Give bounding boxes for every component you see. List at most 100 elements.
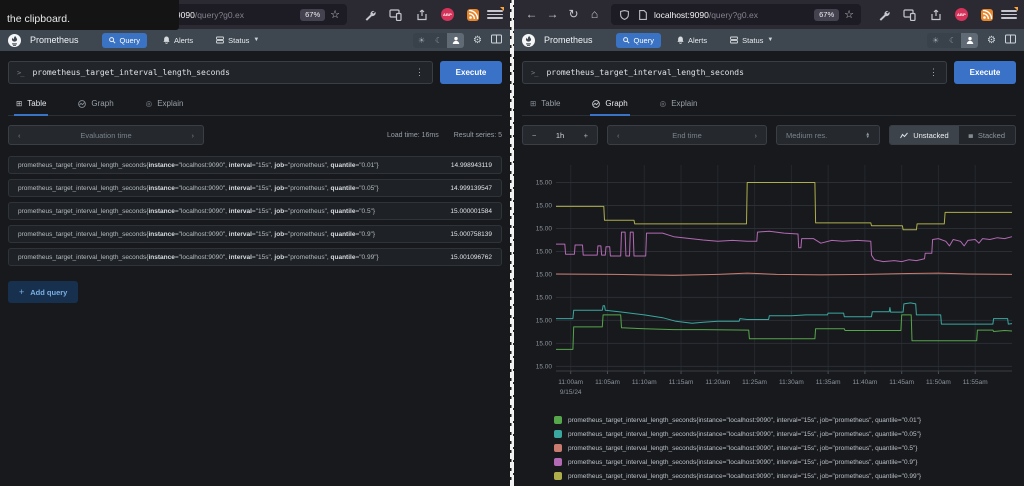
resolution-select[interactable]: Medium res. ▲ ▼ bbox=[776, 125, 880, 145]
bookmark-star-icon[interactable]: ☆ bbox=[330, 8, 340, 21]
docs-icon[interactable] bbox=[491, 31, 502, 49]
shield-icon[interactable] bbox=[618, 8, 631, 21]
update-badge bbox=[1014, 6, 1018, 11]
range-value: 1h bbox=[555, 130, 565, 140]
svg-text:11:50am: 11:50am bbox=[926, 379, 951, 386]
forward-button[interactable]: → bbox=[542, 4, 563, 25]
svg-text:11:35am: 11:35am bbox=[816, 379, 841, 386]
add-query-button[interactable]: + Add query bbox=[8, 281, 79, 303]
rss-icon[interactable] bbox=[467, 8, 479, 21]
kebab-menu-icon[interactable]: ⋮ bbox=[929, 68, 938, 78]
docs-icon[interactable] bbox=[1005, 31, 1016, 49]
chevron-left-icon[interactable]: ‹ bbox=[18, 131, 21, 140]
nav-query-button[interactable]: Query bbox=[615, 32, 661, 48]
menu-icon[interactable] bbox=[1001, 6, 1018, 23]
zoom-level-badge[interactable]: 67% bbox=[300, 8, 326, 21]
series-selector: prometheus_target_interval_length_second… bbox=[18, 184, 379, 192]
unstacked-icon bbox=[900, 132, 909, 139]
nav-status-menu[interactable]: Status ▼ bbox=[723, 33, 780, 48]
reload-button[interactable]: ↻ bbox=[563, 4, 584, 25]
legend-swatch bbox=[554, 416, 562, 424]
chevron-right-icon[interactable]: › bbox=[754, 131, 757, 140]
nav-alerts-button[interactable]: Alerts bbox=[156, 33, 200, 48]
unstacked-button[interactable]: Unstacked bbox=[890, 126, 959, 144]
adblock-plus-icon[interactable]: ABP bbox=[955, 8, 968, 21]
range-decrease-button[interactable]: − bbox=[532, 131, 536, 140]
browser-toolbar: ← → ↻ ⌂ localhost:9090/query?g0.ex 67% ☆… bbox=[514, 0, 1024, 29]
legend-item[interactable]: prometheus_target_interval_length_second… bbox=[554, 444, 1016, 452]
legend-swatch bbox=[554, 444, 562, 452]
promql-input[interactable]: >_ prometheus_target_interval_length_sec… bbox=[522, 61, 947, 84]
graph-icon bbox=[78, 99, 87, 108]
chevron-left-icon[interactable]: ‹ bbox=[617, 131, 620, 140]
home-button[interactable]: ⌂ bbox=[584, 4, 605, 25]
tab-graph[interactable]: Graph bbox=[590, 95, 630, 116]
bell-icon bbox=[163, 36, 170, 44]
plus-icon: + bbox=[19, 287, 25, 297]
settings-gear-icon[interactable]: ⚙ bbox=[987, 35, 996, 46]
share-icon[interactable] bbox=[415, 8, 428, 21]
adblock-plus-icon[interactable]: ABP bbox=[441, 8, 454, 21]
range-input[interactable]: − 1h + bbox=[522, 125, 598, 145]
back-button[interactable]: ← bbox=[521, 4, 542, 25]
tab-table[interactable]: ⊞ Table bbox=[14, 95, 49, 116]
stacked-button[interactable]: ▄ Stacked bbox=[959, 126, 1015, 144]
wrench-icon[interactable] bbox=[877, 8, 890, 21]
legend-item[interactable]: prometheus_target_interval_length_second… bbox=[554, 458, 1016, 466]
bookmark-star-icon[interactable]: ☆ bbox=[844, 8, 854, 21]
wrench-icon[interactable] bbox=[363, 8, 376, 21]
kebab-menu-icon[interactable]: ⋮ bbox=[415, 68, 424, 78]
chevron-right-icon[interactable]: › bbox=[192, 131, 195, 140]
settings-gear-icon[interactable]: ⚙ bbox=[473, 35, 482, 46]
tab-table[interactable]: ⊞ Table bbox=[528, 95, 562, 116]
evaluation-time-input[interactable]: ‹ Evaluation time › bbox=[8, 125, 204, 145]
rss-icon[interactable] bbox=[981, 8, 993, 21]
chevron-down-icon: ▼ bbox=[767, 37, 774, 43]
menu-icon[interactable] bbox=[487, 6, 504, 23]
theme-auto-button[interactable] bbox=[961, 32, 979, 48]
browser-window-right: ← → ↻ ⌂ localhost:9090/query?g0.ex 67% ☆… bbox=[514, 0, 1024, 486]
table-row[interactable]: prometheus_target_interval_length_second… bbox=[8, 248, 502, 266]
select-chevrons-icon: ▲ ▼ bbox=[865, 130, 870, 139]
series-selector: prometheus_target_interval_length_second… bbox=[18, 230, 376, 238]
table-row[interactable]: prometheus_target_interval_length_second… bbox=[8, 179, 502, 197]
table-row[interactable]: prometheus_target_interval_length_second… bbox=[8, 225, 502, 243]
legend-item[interactable]: prometheus_target_interval_length_second… bbox=[554, 472, 1016, 480]
promql-text: prometheus_target_interval_length_second… bbox=[546, 68, 744, 77]
promql-text: prometheus_target_interval_length_second… bbox=[32, 68, 230, 77]
theme-dark-button[interactable]: ☾ bbox=[944, 33, 961, 48]
execute-button[interactable]: Execute bbox=[954, 61, 1016, 84]
url-text: localhost:9090/query?g0.ex bbox=[654, 9, 758, 20]
nav-status-menu[interactable]: Status ▼ bbox=[209, 33, 266, 48]
theme-dark-button[interactable]: ☾ bbox=[430, 33, 447, 48]
legend-item[interactable]: prometheus_target_interval_length_second… bbox=[554, 430, 1016, 438]
svg-text:15.00: 15.00 bbox=[536, 226, 553, 233]
theme-light-button[interactable]: ☀ bbox=[927, 33, 944, 48]
url-bar[interactable]: localhost:9090/query?g0.ex 67% ☆ bbox=[611, 4, 861, 25]
graph-icon bbox=[592, 99, 601, 108]
nav-query-button[interactable]: Query bbox=[101, 32, 147, 48]
page-info-icon[interactable] bbox=[636, 8, 649, 21]
legend-label: prometheus_target_interval_length_second… bbox=[568, 416, 922, 424]
tab-graph[interactable]: Graph bbox=[76, 95, 115, 116]
share-icon[interactable] bbox=[929, 8, 942, 21]
devices-icon[interactable] bbox=[903, 8, 916, 21]
promql-input[interactable]: >_ prometheus_target_interval_length_sec… bbox=[8, 61, 433, 84]
table-row[interactable]: prometheus_target_interval_length_second… bbox=[8, 202, 502, 220]
legend-item[interactable]: prometheus_target_interval_length_second… bbox=[554, 416, 1016, 424]
time-series-chart[interactable]: 11:00am 11:05am 11:10am 11:15am 11:20am 11:25… bbox=[522, 157, 1016, 403]
nav-alerts-button[interactable]: Alerts bbox=[670, 33, 714, 48]
tab-explain[interactable]: ◎ Explain bbox=[144, 95, 186, 116]
devices-icon[interactable] bbox=[389, 8, 402, 21]
zoom-level-badge[interactable]: 67% bbox=[814, 8, 840, 21]
legend-swatch bbox=[554, 430, 562, 438]
svg-text:11:40am: 11:40am bbox=[852, 379, 877, 386]
legend-label: prometheus_target_interval_length_second… bbox=[568, 444, 918, 452]
table-row[interactable]: prometheus_target_interval_length_second… bbox=[8, 156, 502, 174]
tab-explain[interactable]: ◎ Explain bbox=[658, 95, 700, 116]
theme-light-button[interactable]: ☀ bbox=[413, 33, 430, 48]
end-time-input[interactable]: ‹ End time › bbox=[607, 125, 767, 145]
execute-button[interactable]: Execute bbox=[440, 61, 502, 84]
theme-auto-button[interactable] bbox=[447, 32, 465, 48]
range-increase-button[interactable]: + bbox=[584, 131, 588, 140]
